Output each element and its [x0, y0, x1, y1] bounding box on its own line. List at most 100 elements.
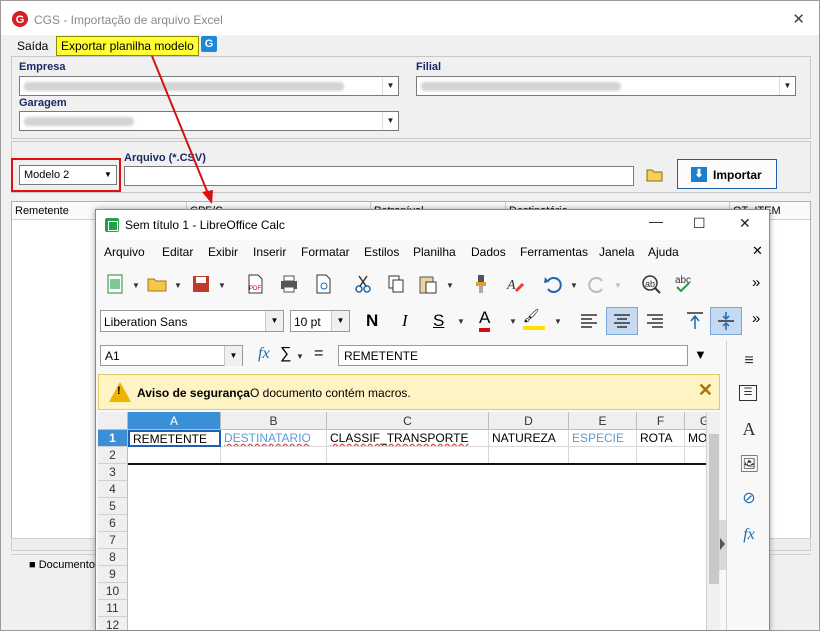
- maximize-icon[interactable]: ☐: [693, 215, 706, 232]
- row-header-1[interactable]: 1: [98, 430, 128, 447]
- minimize-icon[interactable]: —: [649, 213, 663, 229]
- print-icon[interactable]: [278, 273, 300, 295]
- function-wizard-icon[interactable]: fx: [258, 345, 270, 363]
- select-all-corner[interactable]: [98, 412, 128, 430]
- styles-icon[interactable]: A: [739, 419, 759, 439]
- row-header-7[interactable]: 7: [98, 532, 128, 549]
- align-right-icon[interactable]: [644, 310, 666, 332]
- menu-formatar[interactable]: Formatar: [301, 245, 350, 259]
- align-middle-button[interactable]: [710, 307, 742, 335]
- row-header-4[interactable]: 4: [98, 481, 128, 498]
- undo-icon[interactable]: [542, 273, 564, 295]
- redo-icon[interactable]: [586, 273, 608, 295]
- col-header-e[interactable]: E: [569, 412, 637, 430]
- name-box[interactable]: A1 ▼: [100, 345, 243, 366]
- close-icon[interactable]: ✕: [792, 10, 805, 28]
- cell-g2[interactable]: [685, 447, 706, 464]
- cell-e2[interactable]: [569, 447, 637, 464]
- empresa-select[interactable]: ▼: [19, 76, 399, 96]
- exportar-planilha-tooltip[interactable]: Exportar planilha modelo: [56, 36, 199, 56]
- cell-e1[interactable]: ESPECIE: [569, 430, 637, 447]
- cell-a1[interactable]: REMETENTE: [128, 430, 221, 447]
- row-header-5[interactable]: 5: [98, 498, 128, 515]
- align-top-icon[interactable]: [684, 310, 706, 332]
- properties-icon[interactable]: ☰: [739, 385, 757, 401]
- cell-f1[interactable]: ROTA: [637, 430, 685, 447]
- gallery-icon[interactable]: 🖼: [739, 455, 759, 475]
- cell-b1[interactable]: DESTINATARIO: [221, 430, 327, 447]
- row-header-3[interactable]: 3: [98, 464, 128, 481]
- row-header-11[interactable]: 11: [98, 600, 128, 617]
- menu-dados[interactable]: Dados: [471, 245, 506, 259]
- highlight-color-icon[interactable]: 🖌: [523, 308, 545, 330]
- close-icon[interactable]: ✕: [739, 215, 751, 232]
- underline-icon[interactable]: S: [433, 311, 444, 331]
- export-pdf-icon[interactable]: PDF: [244, 273, 266, 295]
- cell-d1[interactable]: NATUREZA: [489, 430, 569, 447]
- cell-c1[interactable]: CLASSIF_TRANSPORTE: [327, 430, 489, 447]
- menu-editar[interactable]: Editar: [162, 245, 193, 259]
- close-icon[interactable]: ✕: [698, 380, 713, 401]
- menu-planilha[interactable]: Planilha: [413, 245, 456, 259]
- spreadsheet-grid[interactable]: A B C D E F G 1 2 3 4 5 6 7 8 9 10 11 12…: [98, 412, 706, 630]
- folder-open-icon[interactable]: [646, 167, 664, 183]
- col-header-f[interactable]: F: [637, 412, 685, 430]
- chevron-down-icon[interactable]: ▼: [457, 317, 465, 326]
- sidebar-menu-icon[interactable]: ≡: [739, 351, 759, 371]
- cell-g1[interactable]: MO: [685, 430, 706, 447]
- chevron-down-icon[interactable]: ▼: [554, 317, 562, 326]
- more-toolbar-icon[interactable]: »: [752, 274, 760, 291]
- col-header-b[interactable]: B: [221, 412, 327, 430]
- col-header-g[interactable]: G: [685, 412, 706, 430]
- align-center-button[interactable]: [606, 307, 638, 335]
- row-header-6[interactable]: 6: [98, 515, 128, 532]
- navigator-icon[interactable]: ⊘: [739, 489, 759, 509]
- menu-ajuda[interactable]: Ajuda: [648, 245, 679, 259]
- scrollbar-thumb[interactable]: [709, 434, 719, 584]
- menu-arquivo[interactable]: Arquivo: [104, 245, 145, 259]
- sum-icon[interactable]: ∑: [280, 345, 291, 363]
- arquivo-input[interactable]: [124, 166, 634, 186]
- menu-exibir[interactable]: Exibir: [208, 245, 238, 259]
- menu-estilos[interactable]: Estilos: [364, 245, 399, 259]
- chevron-down-icon[interactable]: ▼: [218, 281, 226, 290]
- menu-ferramentas[interactable]: Ferramentas: [520, 245, 588, 259]
- cell-b2[interactable]: [221, 447, 327, 464]
- chevron-down-icon[interactable]: ▼: [174, 281, 182, 290]
- chevron-down-icon[interactable]: ▼: [132, 281, 140, 290]
- align-left-icon[interactable]: [578, 310, 600, 332]
- print-preview-icon[interactable]: [312, 273, 334, 295]
- more-toolbar-icon[interactable]: »: [752, 310, 760, 327]
- font-size-select[interactable]: 10 pt ▼: [290, 310, 350, 332]
- menu-saida[interactable]: Saída: [17, 39, 48, 53]
- importar-button[interactable]: ⬇ Importar: [677, 159, 777, 189]
- font-color-icon[interactable]: A: [479, 308, 491, 332]
- cut-icon[interactable]: [352, 273, 374, 295]
- row-header-9[interactable]: 9: [98, 566, 128, 583]
- chevron-down-icon[interactable]: ▼: [509, 317, 517, 326]
- open-folder-icon[interactable]: [146, 273, 168, 295]
- formula-icon[interactable]: =: [314, 345, 323, 363]
- formula-input[interactable]: REMETENTE: [338, 345, 688, 366]
- cell-d2[interactable]: [489, 447, 569, 464]
- new-spreadsheet-icon[interactable]: [104, 273, 126, 295]
- find-replace-icon[interactable]: ab: [640, 273, 662, 295]
- exportar-planilha-icon[interactable]: G: [201, 36, 217, 52]
- col-header-c[interactable]: C: [327, 412, 489, 430]
- vertical-scrollbar[interactable]: [706, 412, 720, 630]
- paste-icon[interactable]: [417, 273, 439, 295]
- functions-icon[interactable]: fx: [739, 525, 759, 545]
- bold-icon[interactable]: N: [366, 311, 378, 331]
- chevron-down-icon[interactable]: ▼: [446, 281, 454, 290]
- row-header-8[interactable]: 8: [98, 549, 128, 566]
- row-header-2[interactable]: 2: [98, 447, 128, 464]
- save-icon[interactable]: [190, 273, 212, 295]
- sidebar-collapse-handle[interactable]: [719, 520, 726, 570]
- row-header-12[interactable]: 12: [98, 617, 128, 630]
- spelling-icon[interactable]: abc: [672, 273, 694, 295]
- chevron-down-icon[interactable]: ▼: [570, 281, 578, 290]
- menu-inserir[interactable]: Inserir: [253, 245, 286, 259]
- garagem-select[interactable]: ▼: [19, 111, 399, 131]
- chevron-down-icon[interactable]: ▼: [614, 281, 622, 290]
- expand-formula-icon[interactable]: ▼: [694, 347, 707, 362]
